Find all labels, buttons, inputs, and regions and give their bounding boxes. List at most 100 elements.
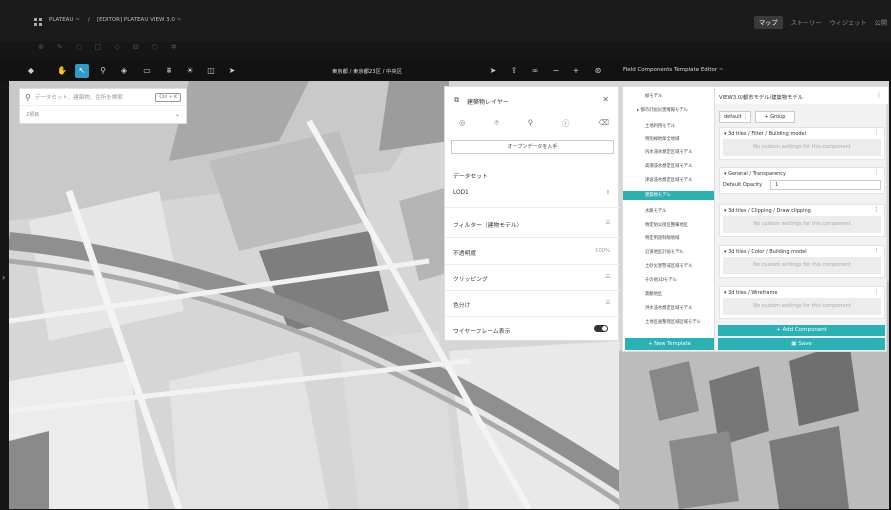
sliders-icon[interactable]: ☰ [605, 220, 610, 226]
location-breadcrumb: 東京都 / 東京都23区 / 中央区 [332, 69, 403, 75]
chevron-down-icon[interactable]: ⌄ [175, 111, 180, 118]
component-header[interactable]: ▾ 3d tiles / Color / Building model ⋮ [720, 246, 884, 257]
project-title-menu[interactable]: [EDITOR] PLATEAU VIEW 3.0 ~ [97, 17, 181, 23]
hand-tool-icon[interactable]: ✋ [55, 64, 69, 78]
visibility-icon[interactable]: ◎ [459, 118, 466, 129]
default-opacity-input[interactable]: 1 [770, 179, 881, 190]
spatial-id-tool-icon[interactable]: ⩩ [162, 64, 176, 78]
zoom-in-icon[interactable]: + [569, 64, 583, 78]
component-header[interactable]: ▾ 3d tiles / Wireframe ⋮ [720, 287, 884, 298]
apps-grid-icon[interactable] [34, 18, 42, 26]
opacity-value[interactable]: 100% [595, 248, 610, 254]
mode-tabs: マップ ストーリー ウィジェット 公開 [754, 16, 887, 29]
tab-widget[interactable]: ウィジェット [830, 18, 867, 27]
template-item[interactable]: 土砂災害警戒区域モデル [623, 262, 716, 271]
updown-icon[interactable]: ⇕ [606, 190, 610, 196]
component-title: ▾ 3d tiles / Filter / Building model [724, 131, 807, 137]
search-box: ⚲ データセット、建築物、住所を検索 Ctrl + K 2項目 ⌄ [19, 88, 187, 124]
zoom-out-icon[interactable]: − [549, 64, 563, 78]
template-item[interactable]: その他3Dモデル [623, 276, 716, 285]
save-button[interactable]: ▣ Save [718, 338, 885, 350]
template-item[interactable]: 水路モデル [623, 207, 716, 216]
component-empty-note: No custom settings for this component [723, 257, 881, 274]
template-item[interactable]: 特定防災街区整備地区 [623, 221, 716, 230]
panel-tool-icon[interactable]: ◫ [204, 64, 218, 78]
color-label[interactable]: 色分け [453, 300, 470, 309]
template-item[interactable]: 沿道地区計画モデル [623, 248, 716, 257]
add-group-button[interactable]: + Group [755, 111, 795, 123]
open-data-button[interactable]: オープンデータを入手 [451, 140, 614, 154]
field-components-template-editor-title[interactable]: Field Components Template Editor ~ [623, 67, 723, 73]
selected-items-row[interactable]: 2項目 ⌄ [20, 106, 186, 123]
clipping-label[interactable]: クリッピング [453, 274, 488, 283]
default-group-tab[interactable]: default ⋮ [719, 111, 751, 123]
more-options-icon[interactable]: ⋮ [874, 170, 880, 176]
new-template-button[interactable]: + New Template [625, 338, 714, 350]
component-header[interactable]: ▾ General / Transparency ⋮ [720, 168, 884, 179]
search-input[interactable]: データセット、建築物、住所を検索 [35, 93, 123, 101]
opacity-label: 不透明度 [453, 251, 477, 257]
component-title: ▾ 3d tiles / Color / Building model [724, 249, 807, 255]
selected-items-count: 2項目 [26, 112, 40, 118]
sliders-icon[interactable]: ☰ [605, 274, 610, 280]
template-folder[interactable]: ▸ 都市計画災害情報モデル [623, 106, 716, 115]
story-tool-icon[interactable]: ▭ [140, 64, 154, 78]
template-item[interactable]: 高潮浸水想定区域モデル [623, 162, 716, 171]
layer-panel-title: 建築物レイヤー [467, 99, 509, 106]
cylinder-icon: ⊟ [132, 43, 139, 51]
left-collapsed-panel [0, 81, 9, 510]
template-item-selected[interactable]: 建築物モデル [623, 191, 716, 200]
sun-tool-icon[interactable]: ☀ [183, 64, 197, 78]
pen-icon: ✎ [56, 43, 63, 51]
divider [445, 264, 620, 265]
component-color: ▾ 3d tiles / Color / Building model ⋮ No … [719, 245, 885, 278]
dataset-select[interactable]: LOD1 [453, 190, 469, 196]
more-options-icon[interactable]: ⋮ [874, 130, 880, 136]
tab-publish[interactable]: 公開 [875, 18, 887, 27]
location-target-icon[interactable]: ⊛ [591, 64, 605, 78]
compass-icon[interactable]: ➤ [486, 64, 500, 78]
more-options-icon[interactable]: ⋮ [874, 207, 880, 213]
square-icon: □ [94, 43, 102, 51]
template-item[interactable]: 特別緑地保全地域 [623, 135, 716, 144]
more-options-icon[interactable]: ⋮ [874, 248, 880, 254]
filter-label[interactable]: フィルター（建物モデル） [453, 220, 522, 229]
tab-map[interactable]: マップ [754, 16, 783, 29]
vr-icon[interactable]: ∞ [528, 64, 542, 78]
select-tool-icon[interactable]: ↖ [75, 64, 89, 78]
tab-story[interactable]: ストーリー [791, 18, 822, 27]
wireframe-toggle[interactable] [594, 325, 608, 332]
template-item[interactable]: 内水浸水想定区域モデル [623, 148, 716, 157]
template-item[interactable]: 津波浸水想定区域モデル [623, 176, 716, 185]
template-item[interactable]: 洪水浸水想定区域モデル [623, 304, 716, 313]
search-shortcut-badge: Ctrl + K [155, 93, 181, 102]
navigate-tool-icon[interactable]: ➤ [225, 64, 239, 78]
sketch-tool-icon[interactable]: ◈ [117, 64, 131, 78]
component-header[interactable]: ▾ 3d tiles / Clipping / Draw clipping ⋮ [720, 205, 884, 216]
sliders-icon[interactable]: ☰ [605, 300, 610, 306]
template-item[interactable]: 土地利用モデル [623, 122, 716, 131]
search-layer-icon[interactable]: ⚲ [528, 118, 534, 129]
component-empty-note: No custom settings for this component [723, 216, 881, 233]
expand-panel-icon[interactable]: › [2, 273, 5, 282]
pedestrian-tool-icon[interactable]: ⚲ [96, 64, 110, 78]
more-options-icon[interactable]: ⋮ [874, 289, 880, 295]
search-icon: ⚲ [25, 92, 31, 102]
template-item[interactable]: 特定用途制限地域 [623, 234, 716, 243]
info-icon[interactable]: ⓘ [562, 118, 570, 129]
template-item[interactable]: 土地区画整理区域区域モデル [623, 318, 716, 327]
template-item[interactable]: 緑モデル [623, 92, 716, 101]
settings-icon: ✲ [170, 43, 177, 51]
delete-icon[interactable]: ⌫ [598, 118, 609, 129]
share-icon[interactable]: ⇪ [507, 64, 521, 78]
more-options-icon[interactable]: ⋮ [876, 92, 882, 99]
component-header[interactable]: ▾ 3d tiles / Filter / Building model ⋮ [720, 128, 884, 139]
project-menu[interactable]: PLATEAU ~ [49, 17, 80, 23]
add-component-button[interactable]: + Add Component [718, 325, 885, 336]
close-icon[interactable]: ✕ [602, 95, 609, 104]
search-row[interactable]: ⚲ データセット、建築物、住所を検索 Ctrl + K [20, 89, 186, 106]
location-pin-icon[interactable]: ⌾ [494, 118, 499, 129]
component-filter: ▾ 3d tiles / Filter / Building model ⋮ No… [719, 127, 885, 160]
template-item[interactable]: 景観地区 [623, 290, 716, 299]
divider [445, 316, 620, 317]
